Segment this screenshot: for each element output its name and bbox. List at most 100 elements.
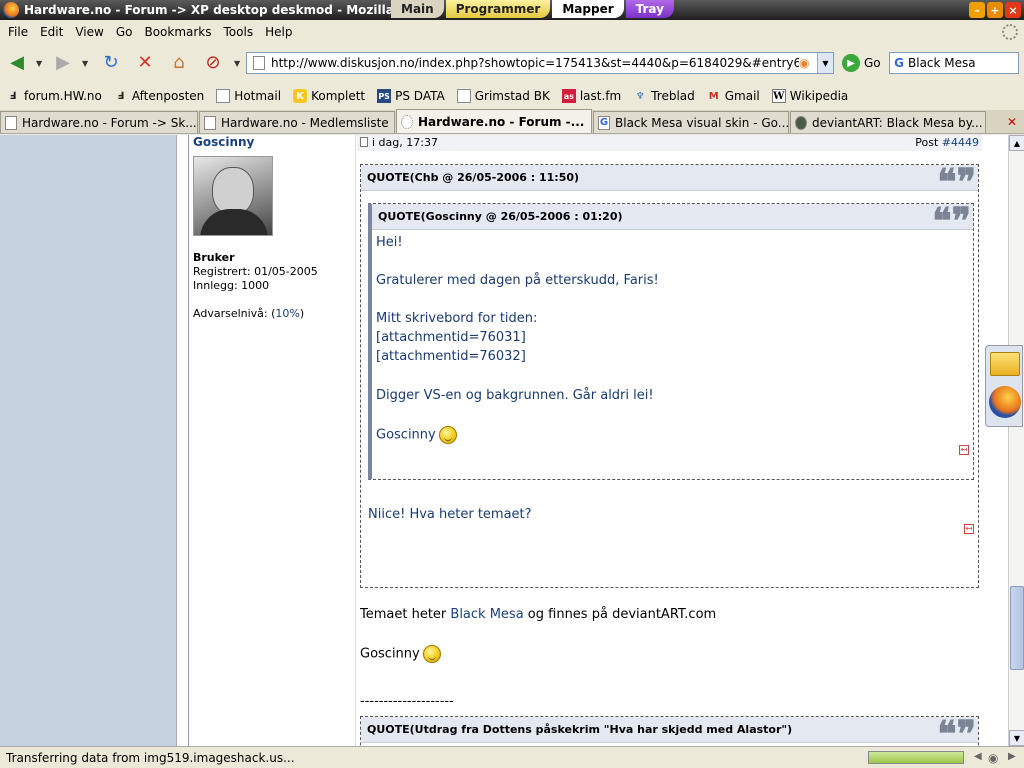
komplett-icon: K (293, 89, 308, 103)
status-text: Transferring data from img519.imageshack… (6, 750, 295, 765)
smiley-icon (422, 645, 441, 663)
menu-help[interactable]: Help (265, 25, 292, 39)
close-tab-button[interactable]: ✕ (1004, 114, 1020, 130)
quote-third: QUOTE(Utdrag fra Dottens påskekrim "Hva … (360, 716, 979, 746)
close-window-button[interactable]: × (1005, 2, 1021, 18)
url-text: http://www.diskusjon.no/index.php?showto… (271, 56, 799, 70)
minimize-button[interactable]: – (969, 2, 985, 18)
title-bar: Hardware.no - Forum -> XP desktop deskmo… (0, 0, 1024, 20)
desktop-tab-mapper[interactable]: Mapper (552, 0, 624, 18)
progress-bar (868, 751, 964, 764)
desktop-tab-programmer[interactable]: Programmer (445, 0, 551, 18)
noscript-dropdown-icon[interactable]: ▼ (234, 59, 240, 68)
status-bar: Transferring data from img519.imageshack… (0, 746, 1024, 768)
bookmark-treblad[interactable]: ♆ Treblad (633, 89, 695, 103)
forward-history-dropdown-icon[interactable]: ▼ (82, 59, 88, 68)
desktop-tab-main[interactable]: Main (391, 0, 444, 18)
avatar (193, 156, 273, 236)
url-dropdown-icon[interactable]: ▼ (817, 53, 833, 73)
black-mesa-link[interactable]: Black Mesa (450, 607, 523, 622)
aftenposten-icon: Ⅎ (117, 90, 125, 102)
bookmark-aftenposten[interactable]: Ⅎ Aftenposten (114, 89, 204, 103)
tab-deviantart[interactable]: deviantART: Black Mesa by... (790, 111, 986, 133)
rss-feed-icon[interactable]: ◉ (799, 56, 815, 70)
post-date: i dag, 17:37 (372, 136, 438, 149)
outer-reply-text: Niice! Hva heter temaet? (368, 507, 532, 522)
home-button[interactable]: ⌂ (166, 49, 192, 75)
floating-dock (985, 345, 1023, 427)
tab-black-mesa-google[interactable]: G Black Mesa visual skin - Go... (593, 111, 789, 133)
user-registered: Registrert: 01/05-2005 (193, 265, 318, 278)
maximize-button[interactable]: + (987, 2, 1003, 18)
tab-medlemsliste[interactable]: Hardware.no - Medlemsliste (199, 111, 395, 133)
bookmark-gmail[interactable]: M Gmail (707, 89, 760, 103)
inner-line-congrats: Gratulerer med dagen på etterskudd, Fari… (376, 273, 659, 288)
resize-right-icon: ▶ (1008, 751, 1016, 762)
page-icon (216, 89, 231, 103)
user-role: Bruker (193, 251, 235, 264)
hw-icon: Ⅎ (9, 90, 17, 102)
search-input[interactable]: G Black Mesa (889, 52, 1019, 74)
address-bar[interactable]: http://www.diskusjon.no/index.php?showto… (246, 52, 834, 74)
bookmark-lastfm[interactable]: as last.fm (561, 89, 621, 103)
back-history-dropdown-icon[interactable]: ▼ (36, 59, 42, 68)
quote-marks-icon: ❝❞ (937, 161, 976, 203)
left-margin-panel (0, 135, 177, 746)
quote-third-header: QUOTE(Utdrag fra Dottens påskekrim "Hva … (367, 723, 793, 736)
gmail-icon: M (708, 90, 719, 102)
firefox-icon[interactable] (989, 386, 1021, 418)
folder-icon[interactable] (990, 352, 1020, 376)
warn-level-link[interactable]: 10% (275, 307, 299, 320)
scroll-up-button[interactable]: ▲ (1009, 135, 1024, 151)
menu-bar: File Edit View Go Bookmarks Tools Help (0, 21, 1024, 43)
firefox-logo-icon (3, 2, 19, 18)
progress-fill (869, 752, 963, 763)
tab-forum-active[interactable]: Hardware.no - Forum -... (396, 109, 592, 133)
stop-button[interactable]: ✕ (132, 49, 158, 75)
scroll-thumb[interactable] (1010, 586, 1024, 670)
quote-reply-icon[interactable]: ↤ (964, 524, 974, 534)
menu-edit[interactable]: Edit (40, 25, 63, 39)
bookmark-wikipedia[interactable]: W Wikipedia (771, 89, 848, 103)
treblad-icon: ♆ (635, 90, 645, 102)
post-header: i dag, 17:37 Post #4449 (357, 135, 982, 151)
post-number-link[interactable]: #4449 (942, 136, 979, 149)
menu-file[interactable]: File (8, 25, 28, 39)
deviantart-icon (795, 115, 807, 130)
menu-bookmarks[interactable]: Bookmarks (144, 25, 211, 39)
back-button[interactable]: ◀ (4, 49, 30, 75)
status-settings-icon[interactable]: ◉ (988, 751, 998, 765)
tab-forum-sk[interactable]: Hardware.no - Forum -> Sk... (0, 111, 198, 133)
noscript-icon[interactable]: ⊘ (200, 49, 226, 75)
inner-line-attachment-2: [attachmentid=76032] (376, 349, 526, 364)
menu-tools[interactable]: Tools (224, 25, 254, 39)
psdata-icon: PS (377, 89, 392, 103)
quote-reply-icon[interactable]: ↤ (959, 445, 969, 455)
post-author[interactable]: Goscinny (193, 135, 254, 149)
bookmarks-toolbar: Ⅎforum.HW.no Ⅎ Aftenposten Hotmail K Kompl… (0, 84, 1024, 108)
reload-button[interactable]: ↻ (98, 49, 124, 75)
tab-bar: Hardware.no - Forum -> Sk... Hardware.no… (0, 109, 1024, 134)
post-number: Post #4449 (915, 136, 979, 149)
menu-view[interactable]: View (75, 25, 103, 39)
menu-go[interactable]: Go (116, 25, 133, 39)
bookmark-ps-data[interactable]: PS PS DATA (377, 89, 445, 103)
google-search-icon[interactable]: G (890, 56, 908, 70)
desktop-tab-tray[interactable]: Tray (625, 0, 674, 18)
bookmark-grimstad-bk[interactable]: Grimstad BK (456, 89, 550, 103)
quote-outer-header: QUOTE(Chb @ 26/05-2006 : 11:50) (367, 171, 580, 184)
forward-button[interactable]: ▶ (50, 49, 76, 75)
bookmark-hotmail[interactable]: Hotmail (216, 89, 281, 103)
quote-marks-icon: ❝❞ (937, 713, 976, 746)
go-button[interactable]: ▶ Go (842, 53, 881, 73)
bookmark-forum-hw[interactable]: Ⅎforum.HW.no (6, 89, 102, 103)
bookmark-komplett[interactable]: K Komplett (293, 89, 365, 103)
page-content: Goscinny Bruker Registrert: 01/05-2005 I… (0, 135, 1008, 746)
vertical-scrollbar[interactable]: ▲ ▼ (1008, 135, 1024, 746)
quote-marks-icon: ❝❞ (932, 200, 971, 242)
go-arrow-icon: ▶ (842, 54, 860, 72)
post-separator: -------------------- (360, 694, 454, 709)
scroll-down-button[interactable]: ▼ (1009, 730, 1024, 746)
user-warn-level: Advarselnivå: (10%) (193, 307, 305, 320)
go-label: Go (864, 56, 881, 70)
